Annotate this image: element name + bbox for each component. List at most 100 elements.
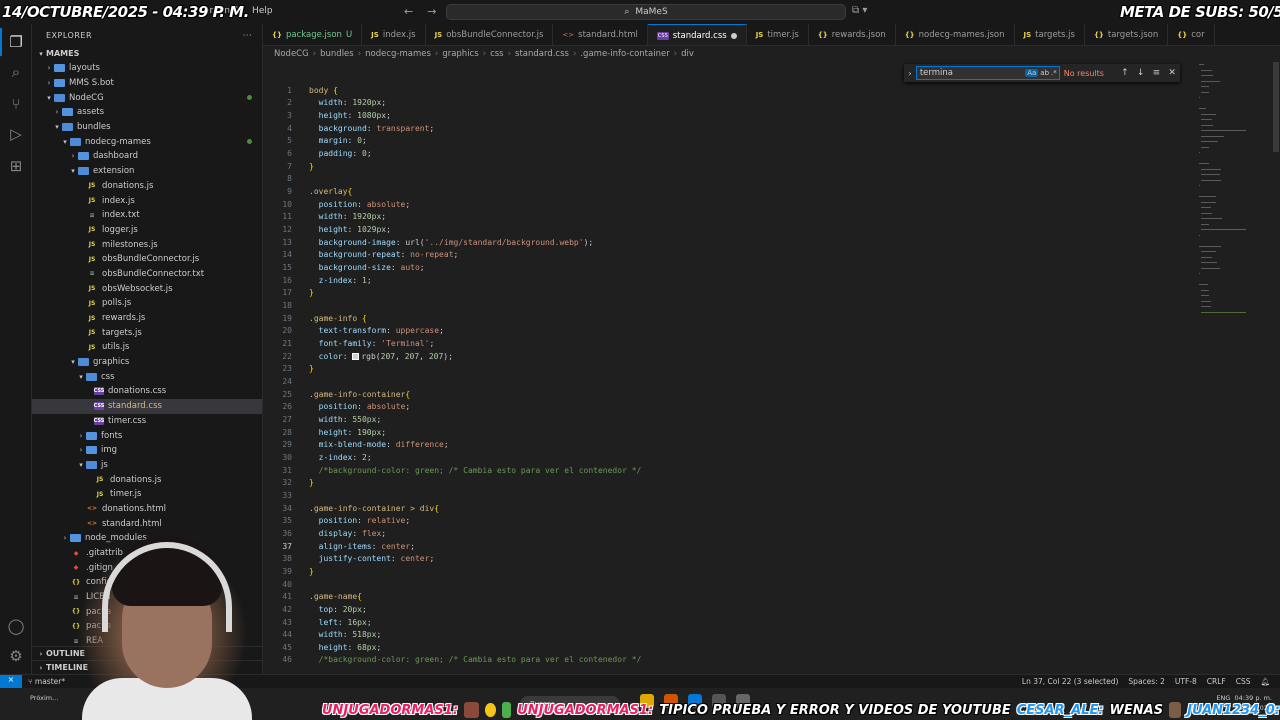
code-line[interactable]: 39} bbox=[263, 565, 313, 578]
menu-help[interactable]: Help bbox=[252, 6, 273, 16]
whole-word-toggle[interactable]: ab bbox=[1040, 69, 1049, 77]
code-line[interactable]: 4 background: transparent; bbox=[263, 122, 434, 135]
editor-tab[interactable]: {} cor bbox=[1168, 24, 1215, 45]
editor-tab[interactable]: {} targets.json bbox=[1085, 24, 1169, 45]
code-line[interactable]: 41 .game-name{ bbox=[263, 590, 362, 603]
tree-item[interactable]: › dashboard bbox=[32, 149, 262, 164]
tree-item[interactable]: JS polls.js bbox=[32, 296, 262, 311]
code-line[interactable]: 6 padding: 0; bbox=[263, 147, 371, 160]
more-actions-icon[interactable]: ··· bbox=[243, 31, 252, 40]
tree-item[interactable]: JS obsBundleConnector.js bbox=[32, 252, 262, 267]
tree-item[interactable]: JS obsWebsocket.js bbox=[32, 281, 262, 296]
tree-item[interactable]: JS index.js bbox=[32, 193, 262, 208]
find-in-selection-icon[interactable]: ≡ bbox=[1148, 68, 1164, 78]
code-line[interactable]: 22 color: rgb(207, 207, 207); bbox=[263, 350, 453, 363]
code-line[interactable]: 18 bbox=[263, 299, 292, 312]
tree-item[interactable]: › assets bbox=[32, 105, 262, 120]
tree-item[interactable]: JS targets.js bbox=[32, 325, 262, 340]
back-arrow-icon[interactable]: ← bbox=[404, 5, 413, 18]
explorer-icon[interactable]: ❐ bbox=[0, 28, 26, 56]
language-mode[interactable]: CSS bbox=[1236, 677, 1251, 686]
code-line[interactable]: 28 height: 190px; bbox=[263, 426, 386, 439]
code-line[interactable]: 23} bbox=[263, 363, 313, 376]
tree-item[interactable]: › img bbox=[32, 443, 262, 458]
code-line[interactable]: 24 bbox=[263, 375, 292, 388]
tree-item[interactable]: ≡ obsBundleConnector.txt bbox=[32, 267, 262, 282]
editor-tab[interactable]: {} nodecg-mames.json bbox=[896, 24, 1015, 45]
editor-tab[interactable]: JS obsBundleConnector.js bbox=[426, 24, 554, 45]
editor-tab[interactable]: JS index.js bbox=[362, 24, 426, 45]
code-line[interactable]: 17} bbox=[263, 287, 313, 300]
code-line[interactable]: 26 position: absolute; bbox=[263, 401, 410, 414]
forward-arrow-icon[interactable]: → bbox=[427, 5, 436, 18]
editor-tab[interactable]: {} package.json U bbox=[263, 24, 363, 45]
code-line[interactable]: 12 height: 1029px; bbox=[263, 223, 391, 236]
toggle-replace-icon[interactable]: › bbox=[904, 69, 916, 78]
code-line[interactable]: 15 background-size: auto; bbox=[263, 261, 424, 274]
cursor-position[interactable]: Ln 37, Col 22 (3 selected) bbox=[1022, 677, 1119, 686]
breadcrumb-item[interactable]: NodeCG bbox=[274, 49, 309, 59]
color-swatch[interactable] bbox=[352, 352, 360, 360]
branch-indicator[interactable]: ⑂ master* bbox=[28, 677, 65, 686]
match-case-toggle[interactable]: Aa bbox=[1025, 69, 1039, 77]
next-match-icon[interactable]: ↓ bbox=[1133, 68, 1149, 78]
tree-item[interactable]: ▾ css bbox=[32, 369, 262, 384]
tree-item[interactable]: ▾ extension bbox=[32, 164, 262, 179]
notifications-bell-icon[interactable]: 🔔︎ bbox=[1260, 677, 1270, 686]
code-line[interactable]: 42 top: 20px; bbox=[263, 603, 366, 616]
eol[interactable]: CRLF bbox=[1207, 677, 1226, 686]
editor-tab[interactable]: {} rewards.json bbox=[809, 24, 896, 45]
breadcrumb-item[interactable]: bundles bbox=[320, 49, 354, 59]
code-line[interactable]: 29 mix-blend-mode: difference; bbox=[263, 438, 448, 451]
find-input[interactable]: termina Aa ab .* bbox=[915, 66, 1060, 80]
code-line[interactable]: 30 z-index: 2; bbox=[263, 451, 371, 464]
account-icon[interactable]: ◯ bbox=[6, 616, 26, 636]
vertical-scrollbar[interactable] bbox=[1272, 62, 1280, 674]
tree-item[interactable]: <> donations.html bbox=[32, 502, 262, 517]
tree-item[interactable]: JS utils.js bbox=[32, 340, 262, 355]
tree-item[interactable]: JS donations.js bbox=[32, 179, 262, 194]
code-line[interactable]: 37 align-items: center; bbox=[263, 540, 415, 553]
settings-gear-icon[interactable]: ⚙ bbox=[6, 646, 26, 666]
indentation[interactable]: Spaces: 2 bbox=[1128, 677, 1164, 686]
breadcrumb-item[interactable]: nodecg-mames bbox=[365, 49, 431, 59]
source-control-icon[interactable]: ⑂ bbox=[6, 94, 26, 114]
tree-item[interactable]: ▾ graphics bbox=[32, 355, 262, 370]
copilot-icon[interactable]: ⧉ ▾ bbox=[852, 5, 867, 16]
code-line[interactable]: 46 /*background-color: green; /* Cambia … bbox=[263, 654, 641, 667]
minimap[interactable] bbox=[1193, 62, 1273, 674]
tree-item[interactable]: CSS standard.css bbox=[32, 398, 262, 414]
tree-item[interactable]: ▾ bundles bbox=[32, 120, 262, 135]
code-line[interactable]: 34 .game-info-container > div{ bbox=[263, 502, 439, 515]
extensions-icon[interactable]: ⊞ bbox=[6, 156, 26, 176]
code-line[interactable]: 3 height: 1080px; bbox=[263, 109, 391, 122]
code-line[interactable]: 45 height: 68px; bbox=[263, 641, 381, 654]
code-line[interactable]: 32} bbox=[263, 476, 313, 489]
code-line[interactable]: 20 text-transform: uppercase; bbox=[263, 325, 444, 338]
regex-toggle[interactable]: .* bbox=[1051, 69, 1057, 77]
code-line[interactable]: 11 width: 1920px; bbox=[263, 211, 386, 224]
code-line[interactable]: 21 font-family: 'Terminal'; bbox=[263, 337, 434, 350]
close-icon[interactable]: ✕ bbox=[1164, 68, 1180, 78]
tree-item[interactable]: CSS timer.css bbox=[32, 414, 262, 429]
tree-item[interactable]: CSS donations.css bbox=[32, 384, 262, 399]
breadcrumb-item[interactable]: .game-info-container bbox=[580, 49, 669, 59]
code-line[interactable]: 33 bbox=[263, 489, 292, 502]
editor-tab[interactable]: CSS standard.css bbox=[647, 24, 747, 45]
remote-indicator-icon[interactable]: ⨯ bbox=[0, 675, 22, 689]
tree-item[interactable]: ▾ js bbox=[32, 458, 262, 473]
tree-item[interactable]: ≡ index.txt bbox=[32, 208, 262, 223]
code-line[interactable]: 14 background-repeat: no-repeat; bbox=[263, 249, 458, 262]
code-line[interactable]: 9 .overlay{ bbox=[263, 185, 352, 198]
tree-item[interactable]: JS timer.js bbox=[32, 487, 262, 502]
encoding[interactable]: UTF-8 bbox=[1175, 677, 1197, 686]
breadcrumb-item[interactable]: div bbox=[681, 49, 694, 59]
widgets-label[interactable]: Próxim... bbox=[30, 694, 58, 703]
editor-tab[interactable]: <> standard.html bbox=[553, 24, 648, 45]
breadcrumb-item[interactable]: css bbox=[490, 49, 504, 59]
code-line[interactable]: 16 z-index: 1; bbox=[263, 274, 371, 287]
code-line[interactable]: 7} bbox=[263, 160, 314, 173]
tree-item[interactable]: › MMS S.bot bbox=[32, 76, 262, 91]
code-line[interactable]: 43 left: 16px; bbox=[263, 616, 371, 629]
code-line[interactable]: 8 bbox=[263, 173, 292, 186]
